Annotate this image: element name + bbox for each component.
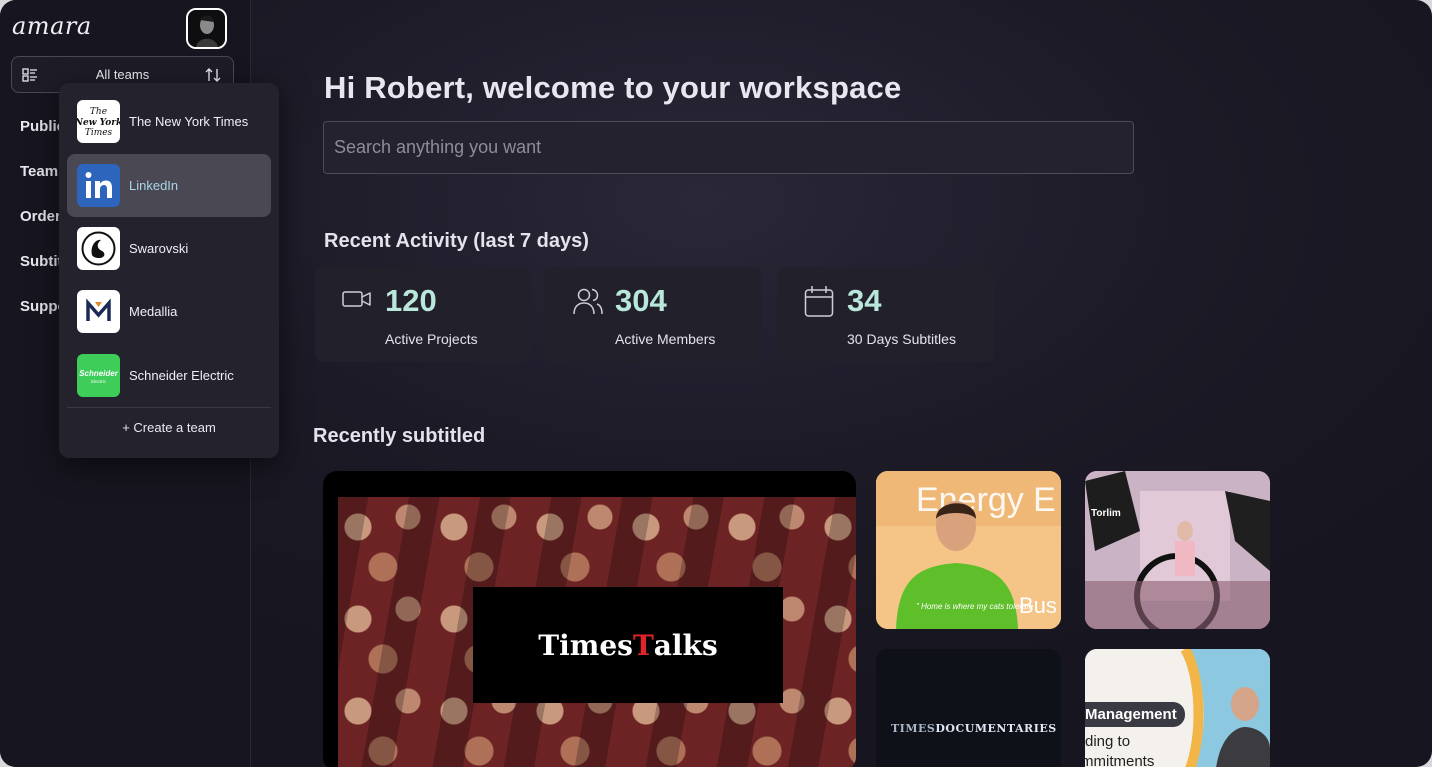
svg-text:Energy E: Energy E [916, 481, 1056, 519]
team-switcher-label: All teams [95, 67, 150, 82]
team-option-swarovski[interactable]: Swarovski [67, 217, 271, 280]
create-team-button[interactable]: + Create a team [59, 420, 279, 435]
team-option-linkedin[interactable]: LinkedIn [67, 154, 271, 217]
calendar-icon [804, 286, 834, 317]
svg-text:Schneider: Schneider [79, 369, 119, 378]
timestalks-logo: Times Talks [473, 587, 783, 703]
amara-logo[interactable]: amara [12, 12, 92, 40]
video-thumbnail-energy[interactable]: Energy E Bus " Home is where my cats tol… [876, 471, 1061, 629]
team-name: Swarovski [129, 241, 189, 256]
list-grid-icon [22, 68, 37, 82]
linkedin-logo-icon [77, 164, 120, 207]
team-option-medallia[interactable]: Medallia [67, 280, 271, 343]
svg-text:Torlim: Torlim [1091, 508, 1121, 519]
app-window: amara All teams Public Team Order Subtit… [0, 0, 1432, 767]
search-input[interactable] [323, 121, 1134, 174]
team-option-nyt[interactable]: The New York Times The New York Times [67, 90, 271, 153]
speaker-image: Energy E Bus " Home is where my cats tol… [876, 471, 1061, 629]
svg-text:Electric: Electric [91, 379, 107, 384]
profile-avatar[interactable] [186, 8, 227, 49]
management-caption-line2: mmitments [1085, 753, 1155, 767]
stat-card-projects[interactable]: 120 Active Projects [315, 267, 532, 362]
nyt-logo-icon: The New York Times [77, 100, 120, 143]
sort-arrows-icon [205, 68, 221, 82]
page-greeting: Hi Robert, welcome to your workspace [324, 70, 902, 105]
team-option-schneider[interactable]: Schneider Electric Schneider Electric [67, 344, 271, 407]
dropdown-divider [67, 407, 271, 408]
studio-image: Torlim [1085, 471, 1270, 629]
team-name: LinkedIn [129, 178, 179, 193]
svg-text:The: The [90, 107, 107, 117]
recent-activity-title: Recent Activity (last 7 days) [324, 230, 589, 252]
stat-card-members[interactable]: 304 Active Members [545, 267, 762, 362]
team-name: Medallia [129, 304, 178, 319]
stat-label: Active Members [615, 331, 716, 347]
management-tag: Management [1085, 702, 1185, 727]
schneider-logo-icon: Schneider Electric [77, 354, 120, 397]
medallia-logo-icon [77, 290, 120, 333]
svg-text:New York: New York [77, 118, 120, 128]
stat-label: 30 Days Subtitles [847, 331, 956, 347]
video-camera-icon [342, 291, 371, 307]
team-name: The New York Times [129, 114, 249, 129]
video-thumbnail-studio[interactable]: Torlim [1085, 471, 1270, 629]
video-thumbnail-documentaries[interactable]: TIMESDOCUMENTARIES [876, 649, 1061, 767]
stat-value: 304 [615, 283, 667, 318]
svg-text:" Home is where my cats tolera: " Home is where my cats tolerate [916, 602, 1034, 611]
users-icon [573, 288, 603, 315]
recently-subtitled-title: Recently subtitled [313, 425, 486, 447]
stat-value: 120 [385, 283, 437, 318]
svg-text:Times: Times [85, 128, 113, 138]
management-caption-line1: ding to [1085, 733, 1131, 750]
stat-value: 34 [847, 283, 882, 318]
team-name: Schneider Electric [129, 368, 234, 383]
documentaries-logo: TIMESDOCUMENTARIES [891, 722, 1057, 735]
avatar-portrait-icon [188, 10, 225, 47]
stat-label: Active Projects [385, 331, 478, 347]
team-dropdown: The New York Times The New York Times Li… [59, 83, 279, 458]
video-thumbnail-management[interactable]: Management ding to mmitments [1085, 649, 1270, 767]
stat-card-subtitles[interactable]: 34 30 Days Subtitles [777, 267, 994, 362]
video-thumbnail-timestalks[interactable]: Times Talks [323, 471, 856, 767]
swarovski-swan-icon [77, 227, 120, 270]
